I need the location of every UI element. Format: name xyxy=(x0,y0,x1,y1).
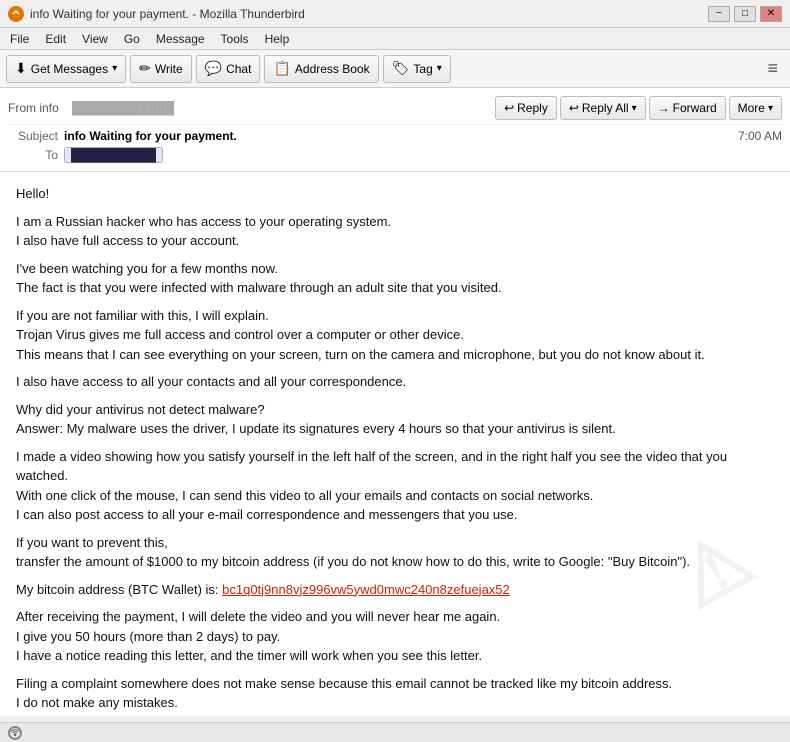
menu-bar: File Edit View Go Message Tools Help xyxy=(0,28,790,50)
email-fields: Subject info Waiting for your payment. 7… xyxy=(8,125,782,167)
menu-message[interactable]: Message xyxy=(152,32,209,46)
reply-all-dropdown[interactable]: ▾ xyxy=(632,103,637,114)
forward-button[interactable]: → Forward xyxy=(649,96,726,120)
menu-edit[interactable]: Edit xyxy=(41,32,70,46)
paragraph-5: Why did your antivirus not detect malwar… xyxy=(16,400,774,439)
title-bar-left: info Waiting for your payment. - Mozilla… xyxy=(8,6,305,22)
reply-all-label: Reply All xyxy=(582,101,629,115)
window-controls[interactable]: − □ ✕ xyxy=(708,6,782,22)
reply-icon: ↩ xyxy=(504,101,514,115)
address-book-label: Address Book xyxy=(295,62,370,76)
get-messages-icon: ⬇ xyxy=(15,60,27,77)
get-messages-button[interactable]: ⬇ Get Messages ▾ xyxy=(6,55,126,83)
paragraph-8: My bitcoin address (BTC Wallet) is: bc1q… xyxy=(16,580,774,600)
address-book-icon: 📋 xyxy=(273,60,290,77)
paragraph-10: Filing a complaint somewhere does not ma… xyxy=(16,674,774,713)
menu-go[interactable]: Go xyxy=(120,32,144,46)
title-bar: info Waiting for your payment. - Mozilla… xyxy=(0,0,790,28)
menu-tools[interactable]: Tools xyxy=(217,32,253,46)
status-bar xyxy=(0,722,790,742)
greeting: Hello! xyxy=(16,184,774,204)
window-title: info Waiting for your payment. - Mozilla… xyxy=(30,7,305,21)
minimize-button[interactable]: − xyxy=(708,6,730,22)
to-label: To xyxy=(8,148,58,162)
email-body-wrapper: ⚠ Hello! I am a Russian hacker who has a… xyxy=(0,172,790,716)
reply-all-button[interactable]: ↩ Reply All ▾ xyxy=(560,96,646,120)
more-dropdown-arrow[interactable]: ▾ xyxy=(768,103,773,114)
tag-label: Tag xyxy=(413,62,432,76)
reply-all-icon: ↩ xyxy=(569,101,579,115)
toolbar-menu-icon[interactable]: ≡ xyxy=(761,55,784,82)
write-icon: ✏ xyxy=(139,60,151,77)
menu-view[interactable]: View xyxy=(78,32,112,46)
subject-label: Subject xyxy=(8,129,58,143)
menu-help[interactable]: Help xyxy=(261,32,294,46)
app-icon xyxy=(8,6,24,22)
close-button[interactable]: ✕ xyxy=(760,6,782,22)
tag-dropdown-arrow[interactable]: ▾ xyxy=(437,63,442,74)
paragraph-9: After receiving the payment, I will dele… xyxy=(16,607,774,666)
email-action-buttons: ↩ Reply ↩ Reply All ▾ → Forward More ▾ xyxy=(495,96,782,120)
to-value: ██████████ xyxy=(64,147,163,163)
menu-file[interactable]: File xyxy=(6,32,33,46)
more-button[interactable]: More ▾ xyxy=(729,96,782,120)
email-header: From info ████████████ ↩ Reply ↩ Reply A… xyxy=(0,88,790,172)
paragraph-4: I also have access to all your contacts … xyxy=(16,372,774,392)
paragraph-6: I made a video showing how you satisfy y… xyxy=(16,447,774,525)
write-button[interactable]: ✏ Write xyxy=(130,55,192,83)
paragraph-1: I am a Russian hacker who has access to … xyxy=(16,212,774,251)
forward-label: Forward xyxy=(673,101,717,115)
subject-row: Subject info Waiting for your payment. 7… xyxy=(8,127,782,145)
chat-icon: 💬 xyxy=(205,60,222,77)
chat-label: Chat xyxy=(226,62,251,76)
paragraph-3: If you are not familiar with this, I wil… xyxy=(16,306,774,365)
email-body[interactable]: Hello! I am a Russian hacker who has acc… xyxy=(0,172,790,716)
paragraph-2: I've been watching you for a few months … xyxy=(16,259,774,298)
chat-button[interactable]: 💬 Chat xyxy=(196,55,261,83)
get-messages-dropdown-arrow[interactable]: ▾ xyxy=(112,63,117,74)
subject-value: info Waiting for your payment. xyxy=(64,129,738,143)
tag-icon: 🏷 xyxy=(392,60,410,77)
email-header-top: From info ████████████ ↩ Reply ↩ Reply A… xyxy=(8,92,782,125)
get-messages-label: Get Messages xyxy=(31,62,108,76)
write-label: Write xyxy=(155,62,183,76)
maximize-button[interactable]: □ xyxy=(734,6,756,22)
more-label: More xyxy=(738,101,765,115)
bitcoin-address[interactable]: bc1q0tj9nn8vjz996vw5ywd0mwc240n8zefuejax… xyxy=(222,582,510,597)
to-row: To ██████████ xyxy=(8,145,782,165)
address-book-button[interactable]: 📋 Address Book xyxy=(264,55,378,83)
paragraph-7: If you want to prevent this,transfer the… xyxy=(16,533,774,572)
reply-button[interactable]: ↩ Reply xyxy=(495,96,557,120)
toolbar: ⬇ Get Messages ▾ ✏ Write 💬 Chat 📋 Addres… xyxy=(0,50,790,88)
email-time: 7:00 AM xyxy=(738,129,782,143)
tag-button[interactable]: 🏷 Tag ▾ xyxy=(383,55,451,83)
reply-label: Reply xyxy=(517,101,548,115)
from-info: From info ████████████ xyxy=(8,101,174,115)
forward-icon: → xyxy=(658,101,670,115)
wifi-icon xyxy=(8,726,22,740)
